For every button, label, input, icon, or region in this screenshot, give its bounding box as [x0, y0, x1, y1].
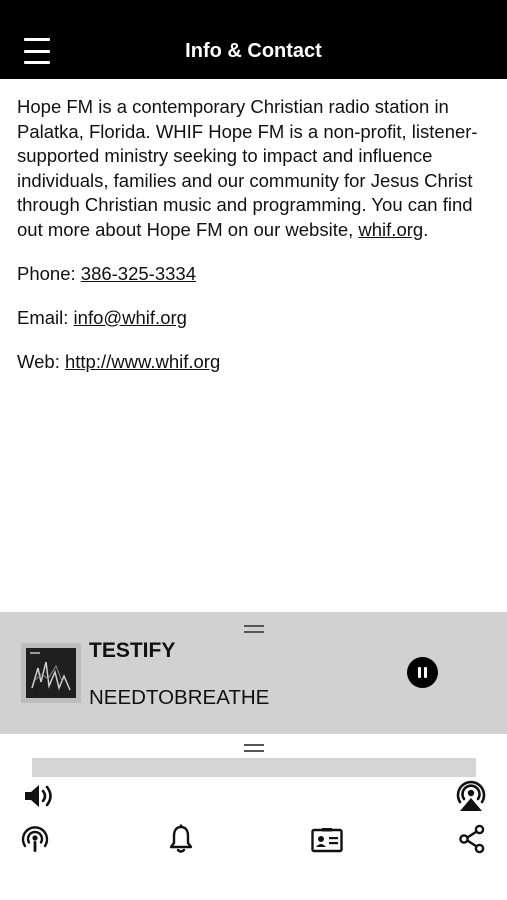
website-link[interactable]: whif.org — [358, 219, 423, 240]
drag-handle-icon[interactable] — [244, 625, 264, 633]
song-artist: NEEDTOBREATHE — [89, 686, 270, 709]
phone-line: Phone: 386-325-3334 — [17, 262, 196, 284]
email-link[interactable]: info@whif.org — [74, 307, 187, 328]
web-line: Web: http://www.whif.org — [17, 350, 221, 372]
now-playing-bar[interactable]: TESTIFY NEEDTOBREATHE — [0, 612, 507, 734]
bell-icon[interactable] — [168, 824, 194, 854]
page-title: Info & Contact — [185, 40, 322, 62]
pause-button[interactable] — [407, 657, 438, 688]
web-link[interactable]: http://www.whif.org — [65, 351, 220, 372]
speaker-icon[interactable] — [22, 782, 56, 810]
station-description: Hope FM is a contemporary Christian radi… — [17, 96, 478, 240]
podcast-icon[interactable] — [20, 824, 50, 854]
airplay-icon[interactable] — [454, 780, 488, 812]
top-bar: Info & Contact — [0, 0, 507, 79]
volume-slider[interactable] — [32, 758, 476, 777]
player-controls — [0, 734, 507, 900]
drag-handle-icon[interactable] — [244, 744, 264, 752]
email-line: Email: info@whif.org — [17, 306, 187, 328]
info-content: Hope FM is a contemporary Christian radi… — [17, 95, 492, 394]
phone-link[interactable]: 386-325-3334 — [81, 263, 196, 284]
share-icon[interactable] — [458, 824, 486, 854]
contact-card-icon[interactable] — [311, 827, 343, 853]
song-title: TESTIFY — [89, 639, 176, 662]
pause-icon — [418, 667, 421, 678]
album-art — [21, 643, 81, 703]
